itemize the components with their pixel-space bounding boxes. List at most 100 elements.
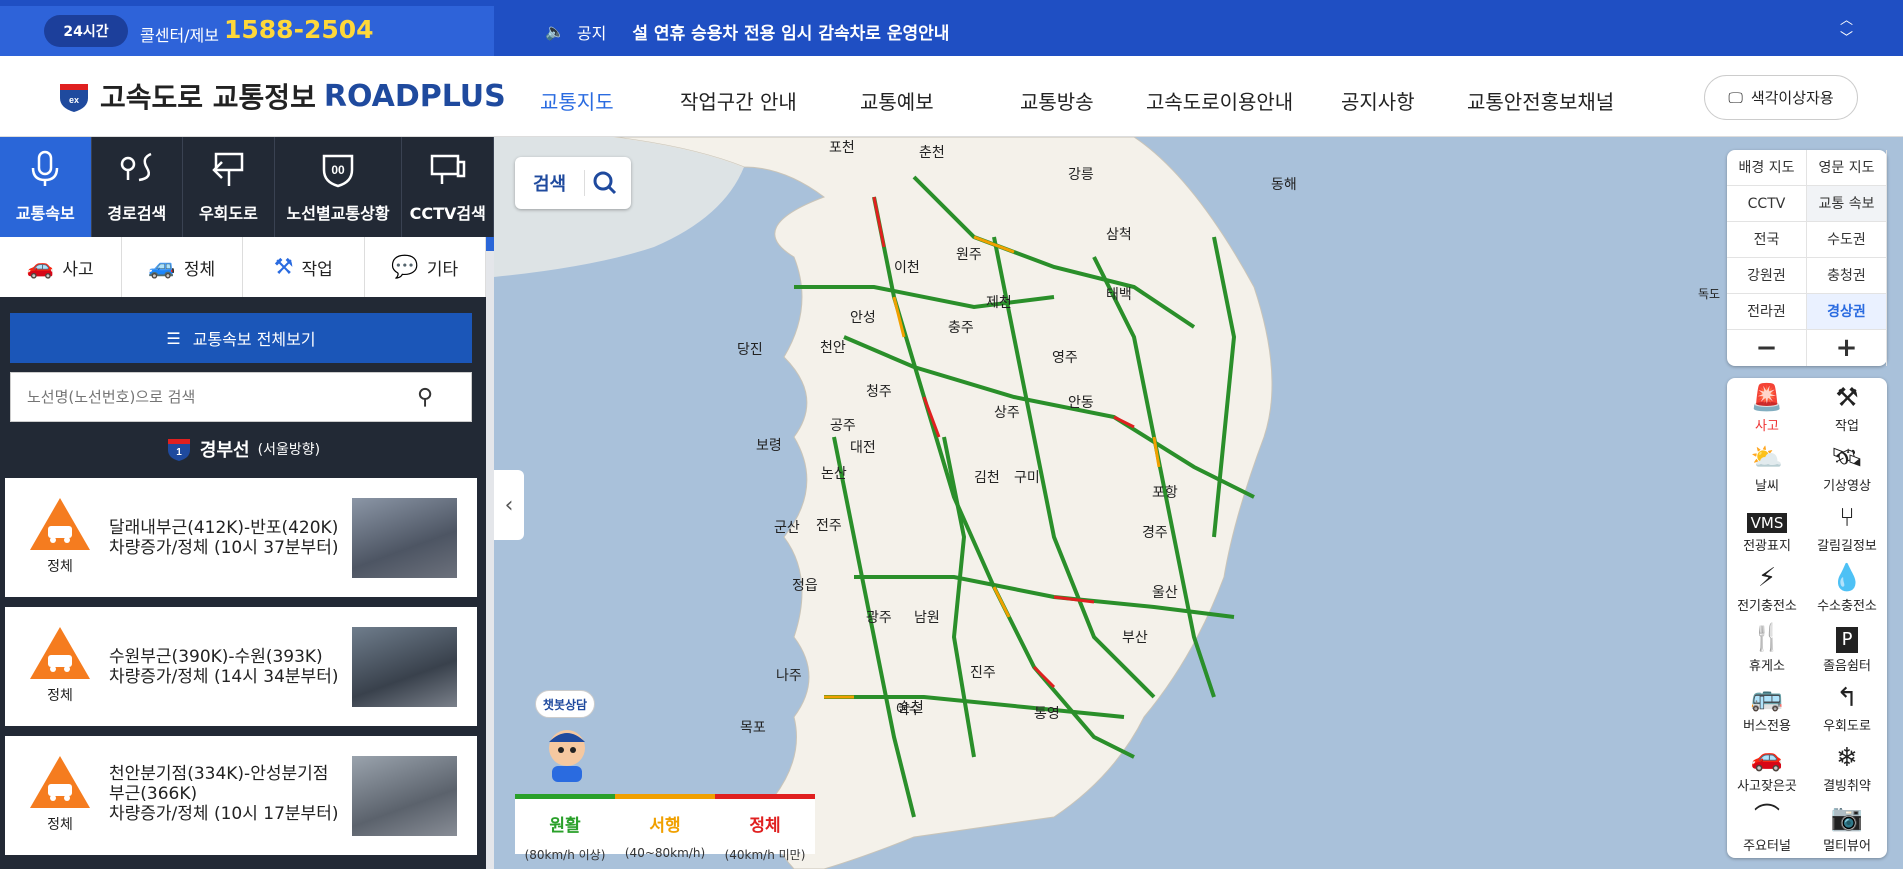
monitor-icon: 🖵 [1728, 88, 1743, 107]
chevron-up-icon[interactable]: ︿ [1840, 12, 1853, 30]
tool-bus-lane[interactable]: 🚌 버스전용 [1727, 678, 1807, 738]
tool-drowsy-shelter[interactable]: P 졸음쉼터 [1807, 618, 1887, 678]
call-center-number[interactable]: 1588-2504 [224, 15, 374, 44]
region-jeolla[interactable]: 전라권 [1727, 294, 1807, 329]
view-all-label: 교통속보 전체보기 [192, 330, 316, 349]
filter-other[interactable]: 💬 기타 [365, 237, 486, 297]
notice-scroll-arrows[interactable]: ︿ ﹀ [1840, 12, 1853, 48]
region-gangwon[interactable]: 강원권 [1727, 258, 1807, 293]
tool-label: 수소충전소 [1817, 599, 1877, 614]
chat-bubble-icon: 💬 [391, 254, 419, 280]
tool-tunnel[interactable]: ⌒ 주요터널 [1727, 798, 1807, 858]
region-gyeongsang[interactable]: 경상권 [1807, 294, 1887, 329]
logo-text: 고속도로 교통정보 [100, 81, 316, 114]
nav-highway-guide[interactable]: 고속도로이용안내 [1146, 86, 1293, 115]
city-label: 동해 [1271, 177, 1297, 193]
nav-traffic-forecast[interactable]: 교통예보 [860, 86, 934, 115]
news-card[interactable]: 정체 달래내부근(412K)-반포(420K) 차량증가/정체 (10시 37분부… [5, 478, 477, 597]
site-logo[interactable]: ex 고속도로 교통정보 ROADPLUS [56, 76, 506, 116]
legend-range: (80km/h 이상) [524, 848, 606, 862]
tool-junction[interactable]: ⑂ 갈림길정보 [1807, 498, 1887, 558]
tunnel-icon: ⌒ [1753, 803, 1780, 833]
scrollbar-thumb[interactable] [486, 237, 494, 251]
nav-notices[interactable]: 공지사항 [1341, 86, 1415, 115]
zoom-in-button[interactable]: + [1807, 330, 1887, 366]
route-pin-icon [120, 152, 152, 182]
city-label: 포천 [829, 140, 855, 156]
cctv-thumbnail[interactable] [352, 498, 457, 578]
color-blind-button[interactable]: 🖵 색각이상자용 [1704, 75, 1858, 120]
tool-label: 작업 [1835, 419, 1859, 434]
city-label: 포항 [1152, 485, 1178, 501]
tool-work[interactable]: ⚒ 작업 [1807, 378, 1887, 438]
filter-accident[interactable]: 🚗 사고 [0, 237, 122, 297]
tool-label: 버스전용 [1743, 719, 1791, 734]
city-label: 청주 [866, 384, 892, 400]
collapse-panel-button[interactable]: ‹ [494, 470, 524, 540]
notice-text[interactable]: 설 연휴 승용차 전용 임시 감속차로 운영안내 [632, 19, 949, 44]
filter-work[interactable]: ⚒ 작업 [243, 237, 365, 297]
toggle-english-map[interactable]: 영문 지도 [1807, 150, 1887, 185]
traffic-map[interactable]: 포천 춘천 강릉 동해 삼척 태백 제천 충주 원주 이천 안성 천안 당진 청… [494, 137, 1903, 869]
nav-traffic-map[interactable]: 교통지도 [540, 86, 614, 115]
toggle-traffic-news[interactable]: 교통 속보 [1807, 186, 1887, 221]
news-card[interactable]: 정체 천안분기점(334K)-안성분기점 부근(366K) 차량증가/정체 (10… [5, 736, 477, 855]
region-nationwide[interactable]: 전국 [1727, 222, 1807, 257]
accident-icon: 🚨 [1750, 383, 1784, 413]
tab-route-search[interactable]: 경로검색 [92, 137, 184, 237]
map-search-button[interactable]: 검색 [515, 157, 631, 209]
chevron-down-icon[interactable]: ﹀ [1840, 30, 1853, 48]
nav-work-zone[interactable]: 작업구간 안내 [680, 86, 797, 115]
toggle-cctv[interactable]: CCTV [1727, 186, 1807, 221]
tool-accident-prone[interactable]: 🚗 사고잦은곳 [1727, 738, 1807, 798]
tool-accident[interactable]: 🚨 사고 [1727, 378, 1807, 438]
nav-safety-channel[interactable]: 교통안전홍보채널 [1467, 86, 1614, 115]
tab-cctv-search[interactable]: CCTV검색 [402, 137, 495, 237]
tool-weather-video[interactable]: 🛰 기상영상 [1807, 438, 1887, 498]
scrollbar[interactable] [486, 237, 494, 869]
search-icon[interactable]: ⚲ [417, 385, 433, 410]
filter-label: 정체 [183, 259, 216, 280]
chatbot[interactable]: 챗봇상담 [535, 690, 595, 790]
tab-route-status[interactable]: 00 노선별교통상황 [275, 137, 403, 237]
congestion-status: 정체 [23, 496, 97, 576]
tool-hydrogen[interactable]: 💧 수소충전소 [1807, 558, 1887, 618]
city-label: 구미 [1014, 470, 1040, 486]
news-line2: 차량증가/정체 (10시 37분부터) [109, 538, 339, 558]
notice-banner[interactable]: 🔈 공지 설 연휴 승용차 전용 임시 감속차로 운영안내 [545, 19, 949, 44]
tool-label: 졸음쉼터 [1823, 659, 1871, 674]
map-search-label: 검색 [515, 170, 585, 196]
tab-detour[interactable]: 우회도로 [183, 137, 275, 237]
city-label: 경주 [1142, 525, 1168, 541]
cctv-thumbnail[interactable] [352, 756, 457, 836]
news-line2: 차량증가/정체 (14시 34분부터) [109, 667, 339, 687]
city-label: 남원 [914, 610, 940, 626]
news-card[interactable]: 정체 수원부근(390K)-수원(393K) 차량증가/정체 (14시 34분부터… [5, 607, 477, 726]
korea-map-graphic [494, 137, 1273, 869]
route-search-input[interactable] [27, 388, 417, 406]
region-capital[interactable]: 수도권 [1807, 222, 1887, 257]
news-filters: 🚗 사고 🚙 정체 ⚒ 작업 💬 기타 [0, 237, 486, 297]
tool-rest-area[interactable]: 🍴 휴게소 [1727, 618, 1807, 678]
tool-detour[interactable]: ↰ 우회도로 [1807, 678, 1887, 738]
tool-ev-charger[interactable]: ⚡ 전기충전소 [1727, 558, 1807, 618]
view-all-news-button[interactable]: ☰ 교통속보 전체보기 [10, 313, 472, 363]
status-label: 정체 [47, 688, 73, 704]
tab-traffic-news[interactable]: 교통속보 [0, 137, 92, 237]
chatbot-label[interactable]: 챗봇상담 [535, 690, 595, 718]
logo-brand: ROADPLUS [323, 78, 506, 114]
svg-text:1: 1 [176, 447, 182, 458]
cctv-thumbnail[interactable] [352, 627, 457, 707]
toggle-base-map[interactable]: 배경 지도 [1727, 150, 1807, 185]
menu-icon: ☰ [166, 328, 181, 348]
tool-multiviewer[interactable]: 📷 멀티뷰어 [1807, 798, 1887, 858]
region-chungcheong[interactable]: 충청권 [1807, 258, 1887, 293]
nav-traffic-broadcast[interactable]: 교통방송 [1020, 86, 1094, 115]
tool-weather[interactable]: ⛅ 날씨 [1727, 438, 1807, 498]
tool-icing[interactable]: ❄ 결빙취약 [1807, 738, 1887, 798]
news-line1: 달래내부근(412K)-반포(420K) [109, 518, 339, 538]
zoom-out-button[interactable]: − [1727, 330, 1807, 366]
filter-congestion[interactable]: 🚙 정체 [122, 237, 243, 297]
tool-vms[interactable]: VMS 전광표지 [1727, 498, 1807, 558]
main-header: ex 고속도로 교통정보 ROADPLUS 교통지도 작업구간 안내 교통예보 … [0, 56, 1903, 137]
